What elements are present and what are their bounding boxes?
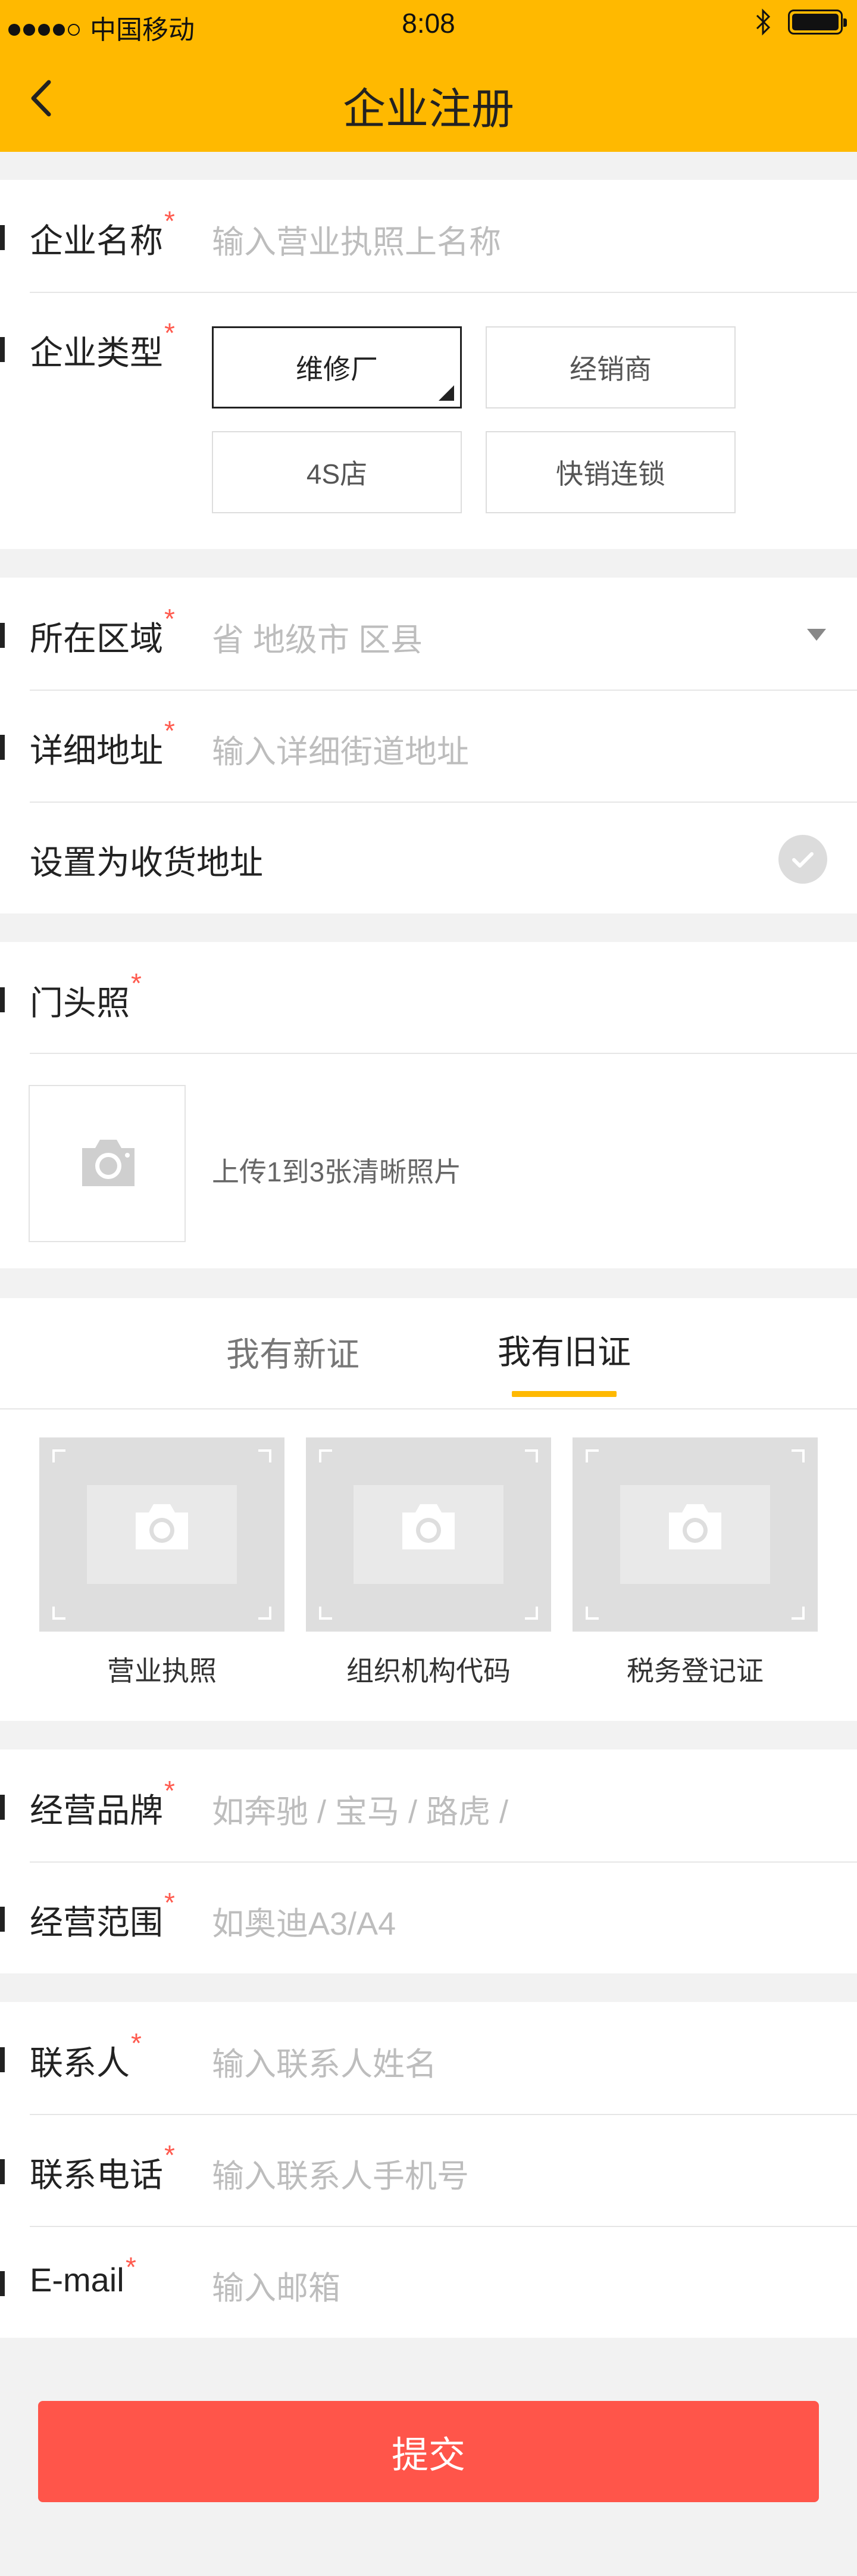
- shipping-address-row[interactable]: 设置为收货地址: [0, 802, 857, 913]
- tab-new-certificate[interactable]: 我有新证: [226, 1328, 359, 1376]
- company-name-row[interactable]: 企业名称 * 输入营业执照上名称: [0, 180, 857, 292]
- checkmark-icon[interactable]: [778, 835, 827, 884]
- company-type-row: 企业类型 * 维修厂 经销商 4S店 快销连锁: [0, 292, 857, 549]
- photo-upload-button[interactable]: [29, 1085, 186, 1242]
- camera-icon: [82, 1140, 135, 1186]
- organization-code-label: 组织机构代码: [346, 1655, 511, 1686]
- row-marker: [0, 2047, 5, 2072]
- type-option-chain[interactable]: 快销连锁: [486, 431, 736, 513]
- row-marker: [0, 987, 5, 1012]
- scope-label: 经营范围 *: [30, 1887, 175, 1941]
- region-label: 所在区域 *: [30, 603, 175, 657]
- bluetooth-icon: [756, 8, 771, 36]
- contact-person-input[interactable]: 输入联系人姓名: [212, 2038, 437, 2085]
- nav-bar: 企业注册: [0, 48, 857, 152]
- scope-input[interactable]: 如奥迪A3/A4: [212, 1897, 396, 1944]
- certificate-section: 我有新证 我有旧证 营业执照 组织机构代码 税务登记证: [0, 1298, 857, 1721]
- required-mark: *: [131, 968, 142, 999]
- camera-icon: [136, 1504, 188, 1549]
- shipping-address-label: 设置为收货地址: [30, 844, 263, 881]
- status-right: [756, 8, 847, 36]
- required-mark: *: [164, 1775, 175, 1806]
- status-time: 8:08: [402, 8, 455, 39]
- camera-icon: [402, 1504, 455, 1549]
- page-title: 企业注册: [342, 86, 514, 133]
- required-mark: *: [164, 205, 175, 236]
- detail-address-label: 详细地址 *: [30, 715, 175, 769]
- company-type-label: 企业类型 *: [30, 317, 175, 372]
- brand-label: 经营品牌 *: [30, 1775, 175, 1829]
- business-license-upload[interactable]: [39, 1437, 284, 1632]
- brand-input[interactable]: 如奔驰 / 宝马 / 路虎 /: [212, 1785, 508, 1832]
- active-tab-indicator: [512, 1391, 617, 1397]
- region-row[interactable]: 所在区域 * 省 地级市 区县: [0, 578, 857, 690]
- email-row[interactable]: E-mail * 输入邮箱: [0, 2226, 857, 2338]
- required-mark: *: [126, 2251, 136, 2282]
- required-mark: *: [164, 317, 175, 348]
- row-marker: [0, 623, 5, 648]
- dropdown-arrow-icon[interactable]: [807, 629, 826, 641]
- business-section: 经营品牌 * 如奔驰 / 宝马 / 路虎 / 经营范围 * 如奥迪A3/A4: [0, 1749, 857, 1973]
- tax-registration-label: 税务登记证: [627, 1655, 764, 1686]
- divider: [0, 1408, 857, 1409]
- detail-address-input[interactable]: 输入详细街道地址: [212, 725, 469, 772]
- required-mark: *: [131, 2028, 142, 2059]
- contact-person-label: 联系人 *: [30, 2028, 142, 2082]
- type-option-repair-shop[interactable]: 维修厂: [212, 326, 462, 408]
- camera-icon: [669, 1504, 721, 1549]
- region-picker[interactable]: 省 地级市 区县: [212, 613, 423, 660]
- row-marker: [0, 225, 5, 250]
- row-marker: [0, 2159, 5, 2184]
- contact-phone-label: 联系电话 *: [30, 2140, 175, 2194]
- contact-person-row[interactable]: 联系人 * 输入联系人姓名: [0, 2002, 857, 2114]
- row-marker: [0, 1907, 5, 1932]
- company-name-label: 企业名称 *: [30, 205, 175, 260]
- type-option-4s-store[interactable]: 4S店: [212, 431, 462, 513]
- email-input[interactable]: 输入邮箱: [212, 2262, 340, 2309]
- tab-old-certificate[interactable]: 我有旧证: [498, 1326, 631, 1374]
- storefront-label: 门头照 *: [30, 968, 142, 1022]
- contact-section: 联系人 * 输入联系人姓名 联系电话 * 输入联系人手机号 E-mail * 输入邮箱: [0, 2002, 857, 2338]
- required-mark: *: [164, 603, 175, 634]
- email-label: E-mail *: [30, 2251, 136, 2299]
- required-mark: *: [164, 1887, 175, 1918]
- detail-address-row[interactable]: 详细地址 * 输入详细街道地址: [0, 690, 857, 802]
- tax-registration-upload[interactable]: [573, 1437, 818, 1632]
- contact-phone-row[interactable]: 联系电话 * 输入联系人手机号: [0, 2114, 857, 2226]
- battery-icon: [788, 10, 847, 35]
- status-bar: 中国移动 8:08: [0, 0, 857, 48]
- company-name-input[interactable]: 输入营业执照上名称: [212, 216, 501, 263]
- scope-row[interactable]: 经营范围 * 如奥迪A3/A4: [0, 1861, 857, 1973]
- row-marker: [0, 337, 5, 362]
- required-mark: *: [164, 715, 175, 746]
- submit-button[interactable]: 提交: [38, 2401, 819, 2502]
- row-marker: [0, 1795, 5, 1820]
- storefront-section: 门头照 * 上传1到3张清晰照片: [0, 942, 857, 1268]
- contact-phone-input[interactable]: 输入联系人手机号: [212, 2150, 469, 2197]
- storefront-row: 门头照 *: [0, 942, 857, 1054]
- type-option-dealer[interactable]: 经销商: [486, 326, 736, 408]
- required-mark: *: [164, 2140, 175, 2170]
- divider: [30, 1053, 857, 1054]
- business-license-label: 营业执照: [107, 1655, 217, 1686]
- upload-hint: 上传1到3张清晰照片: [212, 1156, 462, 1187]
- row-marker: [0, 735, 5, 760]
- brand-row[interactable]: 经营品牌 * 如奔驰 / 宝马 / 路虎 /: [0, 1749, 857, 1861]
- address-section: 所在区域 * 省 地级市 区县 详细地址 * 输入详细街道地址 设置为收货地址: [0, 578, 857, 913]
- row-marker: [0, 2271, 5, 2296]
- company-section: 企业名称 * 输入营业执照上名称 企业类型 * 维修厂 经销商 4S店 快销连锁: [0, 180, 857, 549]
- organization-code-upload[interactable]: [306, 1437, 551, 1632]
